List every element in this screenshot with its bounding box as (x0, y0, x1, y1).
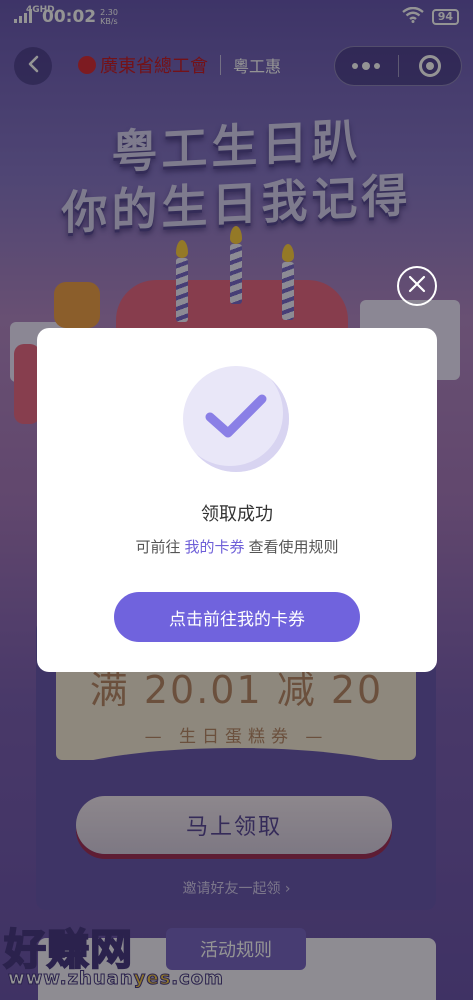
success-dialog: 领取成功 可前往 我的卡券 查看使用规则 点击前往我的卡券 (37, 328, 437, 672)
checkmark-icon (204, 393, 268, 445)
close-circle-icon (407, 274, 427, 298)
dialog-description: 可前往 我的卡券 查看使用规则 (135, 538, 339, 556)
my-coupons-link[interactable]: 我的卡券 (184, 538, 244, 556)
dialog-title: 领取成功 (201, 504, 273, 525)
go-to-my-coupons-button[interactable]: 点击前往我的卡券 (114, 592, 360, 642)
close-modal-button[interactable] (397, 266, 437, 306)
success-badge (183, 366, 289, 472)
